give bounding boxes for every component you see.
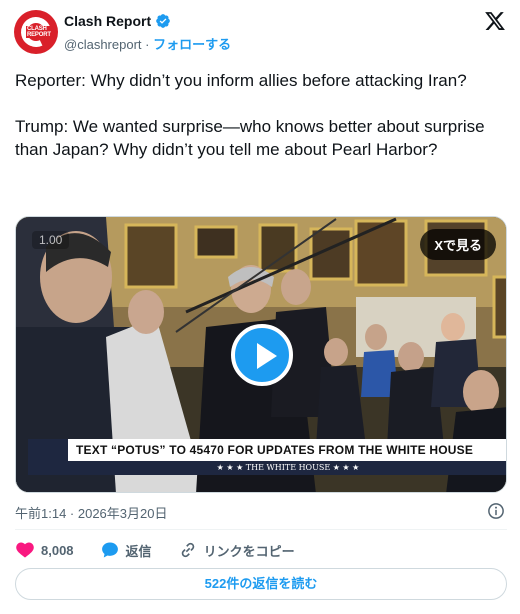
lower-third-subtext: ★ ★ ★ THE WHITE HOUSE ★ ★ ★ [68,461,506,475]
copy-link-label: リンクをコピー [203,543,295,559]
tweet-timestamp[interactable]: 午前1:14 · 2026年3月20日 [15,503,167,522]
author-handle[interactable]: @clashreport [64,37,142,52]
copy-link-button[interactable]: リンクをコピー [178,540,295,560]
like-button[interactable]: 8,008 [15,540,74,560]
x-logo-icon[interactable] [484,10,506,32]
play-icon[interactable] [231,324,293,386]
like-count: 8,008 [41,542,74,558]
divider [15,529,507,530]
read-replies-button[interactable]: 522件の返信を読む [15,568,507,600]
info-icon[interactable] [487,502,505,520]
action-bar: 8,008 返信 リンクをコピー [15,538,321,562]
author-name[interactable]: Clash Report [64,13,151,29]
lower-third-text: TEXT “POTUS” TO 45470 FOR UPDATES FROM T… [68,439,506,461]
tweet-text: Reporter: Why didn’t you inform allies b… [15,71,485,159]
handle-row: @clashreport · フォローする [64,34,231,53]
white-house-seal-icon [28,439,68,475]
reply-label: 返信 [125,543,152,559]
reply-bubble-icon [101,542,118,558]
follow-link[interactable]: フォローする [153,37,231,52]
view-on-x-button[interactable]: Xで見る [420,229,496,260]
tweet-embed-card: CLASH REPORT Clash Report @clashreport ·… [0,0,520,614]
news-lower-third: TEXT “POTUS” TO 45470 FOR UPDATES FROM T… [28,439,506,475]
video-player[interactable]: 1.00 Xで見る TEXT “POTUS” TO 45470 FOR UPDA… [15,216,507,493]
avatar[interactable]: CLASH REPORT [14,10,58,54]
separator: · [141,37,154,52]
verified-badge-icon [156,14,170,28]
reply-button[interactable]: 返信 [100,540,152,560]
playback-speed-badge: 1.00 [32,231,70,249]
heart-icon [16,542,34,558]
logo-text: CLASH REPORT [26,26,52,38]
link-icon [181,542,194,558]
